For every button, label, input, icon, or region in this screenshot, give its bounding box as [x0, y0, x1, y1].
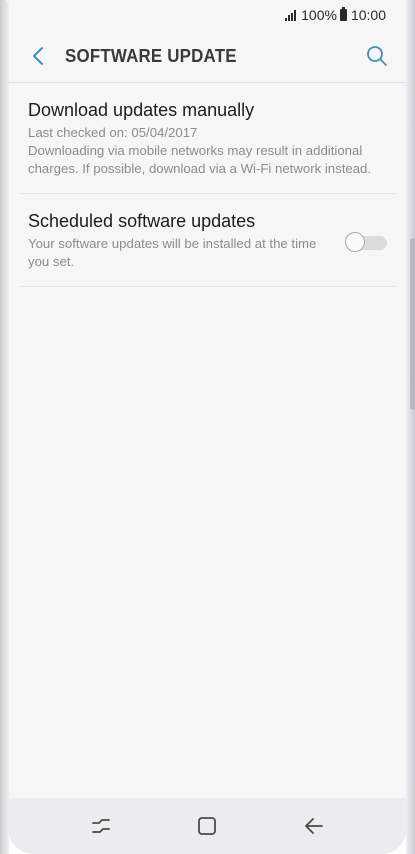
scheduled-updates-toggle[interactable]: [345, 231, 387, 253]
page-title: SOFTWARE UPDATE: [65, 45, 237, 66]
settings-list: Download updates manually Last checked o…: [20, 83, 395, 287]
list-item-scheduled-updates[interactable]: Scheduled software updates Your software…: [20, 194, 395, 287]
last-checked-text: Last checked on: 05/04/2017: [28, 125, 198, 140]
battery-percent: 100%: [301, 7, 337, 23]
home-button[interactable]: [185, 804, 229, 848]
back-button[interactable]: [20, 38, 56, 74]
mobile-data-note: Downloading via mobile networks may resu…: [28, 143, 372, 176]
home-icon: [198, 817, 217, 835]
recent-apps-icon: [92, 819, 111, 833]
signal-icon: [285, 9, 297, 21]
item-description: Your software updates will be installed …: [28, 236, 317, 269]
clock: 10:00: [350, 7, 386, 23]
item-title: Scheduled software updates: [28, 211, 256, 231]
nav-back-button[interactable]: [292, 804, 336, 848]
screen-edge-left: [0, 0, 9, 854]
status-bar: 100% 10:00: [8, 0, 407, 30]
recent-apps-button[interactable]: [79, 804, 123, 848]
list-item-download-updates[interactable]: Download updates manually Last checked o…: [20, 83, 395, 194]
back-icon: [304, 818, 323, 834]
search-button[interactable]: [359, 38, 395, 74]
navigation-bar: [8, 798, 407, 854]
screen: 100% 10:00 SOFTWARE UPDATE Download upda…: [8, 0, 407, 854]
battery-icon: [339, 7, 347, 21]
screen-edge-right: [406, 0, 415, 854]
search-icon: [367, 46, 387, 66]
item-title: Download updates manually: [28, 100, 255, 120]
app-bar: SOFTWARE UPDATE: [8, 30, 407, 83]
item-text: Scheduled software updates Your software…: [28, 210, 318, 271]
edge-panel-handle[interactable]: [410, 238, 415, 410]
chevron-left-icon: [33, 47, 43, 65]
toggle-thumb: [345, 232, 365, 252]
device-frame: 100% 10:00 SOFTWARE UPDATE Download upda…: [0, 0, 415, 854]
